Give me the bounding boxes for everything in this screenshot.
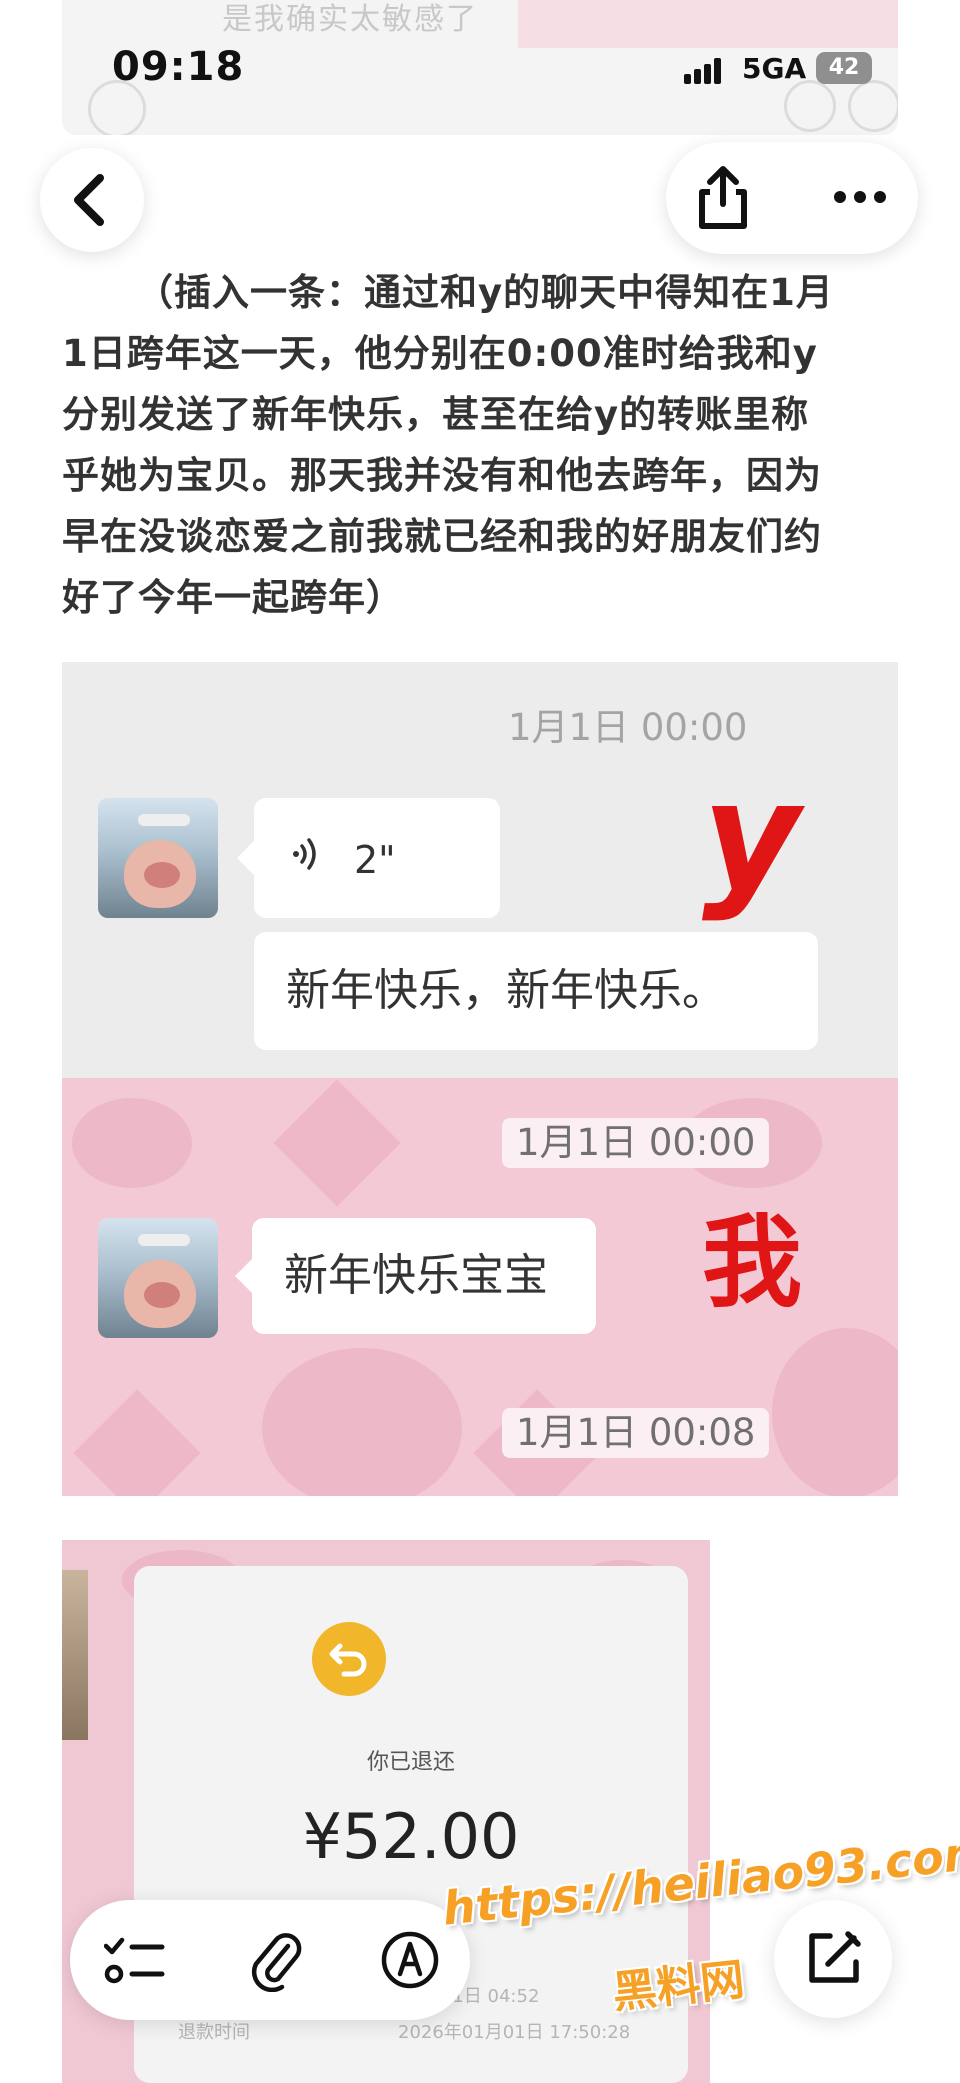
- bottom-toolbar: [70, 1900, 470, 2020]
- transfer-status: 你已退还: [366, 1750, 455, 1775]
- detail-time-2: 2026年01月01日 17:50:28: [398, 2022, 631, 2043]
- pen-icon: [381, 1931, 439, 1989]
- checklist-icon: [103, 1937, 165, 1984]
- more-button[interactable]: [830, 182, 890, 212]
- share-icon: [699, 166, 747, 229]
- attach-button[interactable]: [248, 1928, 302, 1996]
- article-line: 乎她为宝贝。那天我并没有和他去跨年，因为: [62, 454, 822, 497]
- article-line: （插入一条：通过和y的聊天中得知在1月: [136, 271, 834, 314]
- chat-screenshot-y: 1月1日 00:00 2" 新年快乐，新年快乐。 y: [62, 662, 898, 1078]
- refund-icon: [312, 1622, 386, 1696]
- transfer-amount: ¥52.00: [302, 1800, 520, 1873]
- article-line: 好了今年一起跨年）: [62, 576, 404, 619]
- text-message-bubble: 新年快乐宝宝: [235, 1218, 596, 1334]
- more-icon: [834, 191, 886, 203]
- signal-icon: [684, 58, 730, 84]
- text-message-bubble: 新年快乐，新年快乐。: [254, 932, 818, 1050]
- chat-timestamp: 1月1日 00:00: [502, 1118, 770, 1168]
- chevron-left-icon: [74, 174, 104, 226]
- paperclip-icon: [251, 1933, 302, 1993]
- article-line: 早在没谈恋爱之前我就已经和我的好朋友们约: [62, 515, 822, 558]
- avatar: [98, 1218, 218, 1338]
- detail-label-2: 退款时间: [178, 2022, 250, 2043]
- annotation-label-y: y: [702, 750, 800, 924]
- compose-button[interactable]: [774, 1900, 892, 2018]
- battery-icon: 42: [816, 52, 872, 84]
- annotation-label-me: 我: [702, 1204, 802, 1321]
- markup-button[interactable]: [380, 1930, 440, 1994]
- share-button[interactable]: [692, 164, 754, 232]
- article-line: 分别发送了新年快乐，甚至在给y的转账里称: [62, 393, 810, 436]
- voice-wave-icon: [286, 800, 326, 920]
- voice-duration: 2": [354, 838, 396, 882]
- status-bar: 09:18 5GA 42: [0, 0, 960, 140]
- cropped-avatar: [62, 1570, 88, 1740]
- avatar: [98, 798, 218, 918]
- chat-timestamp: 1月1日 00:08: [502, 1408, 770, 1458]
- article-line: 1日跨年这一天，他分别在0:00准时给我和y: [62, 332, 818, 375]
- top-actions-pill: [666, 142, 918, 254]
- back-button[interactable]: [40, 148, 144, 252]
- compose-icon: [809, 1931, 861, 1983]
- article-paragraph: （插入一条：通过和y的聊天中得知在1月 1日跨年这一天，他分别在0:00准时给我…: [62, 262, 898, 628]
- status-time: 09:18: [112, 44, 245, 90]
- checklist-button[interactable]: [103, 1934, 166, 1992]
- chat-timestamp: 1月1日 00:00: [508, 706, 748, 749]
- network-type: 5GA: [742, 52, 807, 85]
- watermark-name: 黑料网: [610, 1954, 747, 2019]
- message-text: 新年快乐宝宝: [284, 1250, 548, 1301]
- voice-message-bubble[interactable]: 2": [237, 798, 500, 920]
- chat-screenshot-me: 1月1日 00:00 新年快乐宝宝 我 1月1日 00:08: [62, 1078, 898, 1496]
